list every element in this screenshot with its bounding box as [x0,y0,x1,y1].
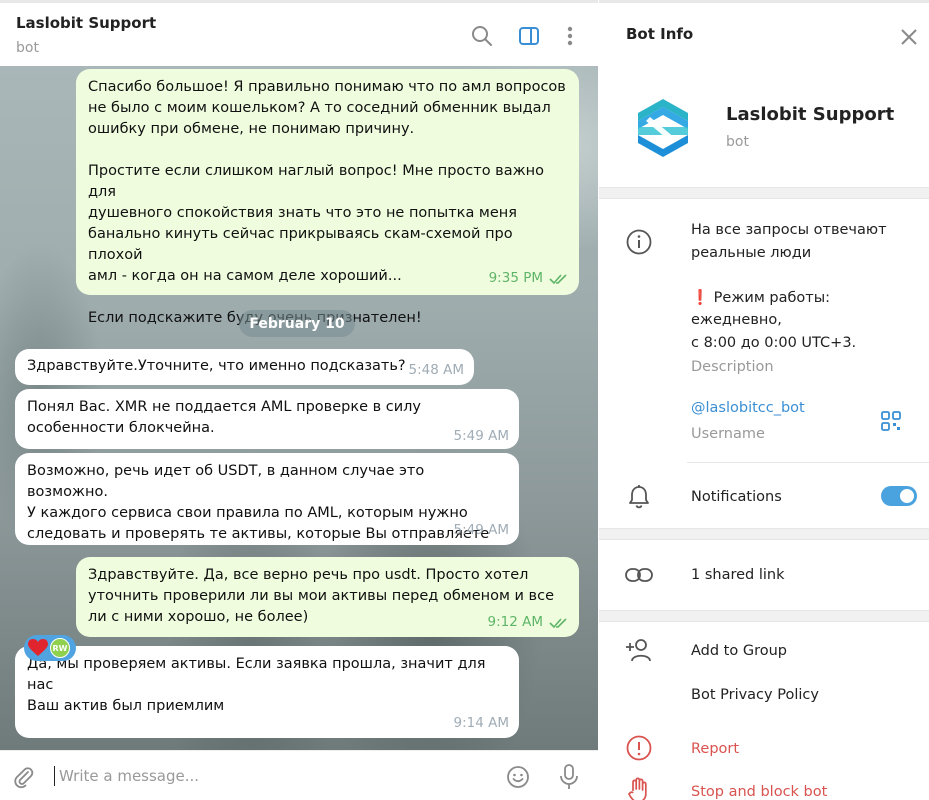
message-meta: 9:12 AM [488,612,570,633]
message-text: Понял Вас. XMR не поддается AML проверке… [27,399,422,436]
heart-icon [28,639,48,656]
chat-pane: Laslobit Support bot Спасибо большое! Я … [0,0,598,800]
message-text: Спасибо большое! Я правильно понимаю что… [88,79,566,326]
message-bubble[interactable]: Здравствуйте.Уточните, что именно подска… [15,349,474,385]
emoji-icon[interactable] [504,763,532,791]
more-options-icon[interactable] [557,23,583,49]
message-meta: 5:48 AM [409,360,465,381]
message-meta: 5:49 AM [454,520,510,541]
message-time: 9:14 AM [453,715,510,731]
username-label: Username [691,426,765,442]
message-time: 9:35 PM [488,270,543,286]
shared-link-item[interactable]: 1 shared link [691,564,785,587]
username-link[interactable]: @laslobitcc_bot [691,400,805,416]
message-meta: 9:14 AM [454,713,510,734]
row-divider [687,462,929,463]
message-time: 5:48 AM [408,362,465,378]
message-input[interactable] [54,766,474,786]
close-icon[interactable] [897,25,921,49]
bot-name: Laslobit Support [726,104,895,125]
chat-title[interactable]: Laslobit Support [16,14,156,32]
bot-status: bot [726,134,749,150]
reaction-chip[interactable]: RW [24,635,76,661]
sidebar-toggle-icon[interactable] [516,23,542,49]
panel-title: Bot Info [626,25,694,43]
bot-info-panel: Bot Info Laslobit Support bot На все зап… [599,0,929,800]
hand-stop-icon [625,776,653,800]
description-line [691,264,887,287]
description-line: ❗ Режим работы: [691,289,831,306]
microphone-icon[interactable] [555,763,583,791]
message-bubble[interactable]: Да, мы проверяем активы. Если заявка про… [15,646,519,738]
message-text: Возможно, речь идет об USDT, в данном сл… [27,463,490,542]
double-check-icon [549,273,567,284]
message-bubble[interactable]: Спасибо большое! Я правильно понимаю что… [76,69,579,326]
description-line: реальные люди [691,244,812,261]
notifications-toggle[interactable] [881,486,917,506]
description-label: Description [691,359,774,375]
report-icon [625,734,653,762]
qr-code-icon[interactable] [881,411,901,431]
message-bubble[interactable]: Здравствуйте. Да, все верно речь про usd… [76,557,579,637]
message-text: Здравствуйте.Уточните, что именно подска… [27,358,406,374]
toggle-knob [898,487,916,505]
section-divider [599,187,929,199]
message-time: 5:49 AM [453,522,510,538]
composer [0,750,598,800]
notifications-label: Notifications [691,489,782,505]
message-meta: 5:49 AM [454,426,510,447]
section-divider [599,610,929,622]
message-time: 9:12 AM [487,614,544,630]
search-icon[interactable] [469,23,495,49]
add-user-icon [625,636,653,664]
stop-block-bot-item[interactable]: Stop and block bot [691,781,827,800]
message-meta: 9:35 PM [489,268,569,289]
panel-header: Bot Info [599,0,929,66]
info-icon [625,228,653,256]
bot-description: На все запросы отвечают реальные люди ❗ … [691,219,887,354]
message-time: 5:49 AM [453,428,510,444]
description-line: с 8:00 до 0:00 UTC+3. [691,334,857,351]
message-text: Да, мы проверяем активы. Если заявка про… [27,656,486,714]
add-to-group-item[interactable]: Add to Group [691,640,787,663]
privacy-policy-item[interactable]: Bot Privacy Policy [691,684,819,707]
section-divider [599,528,929,540]
reaction-avatar: RW [50,638,70,658]
description-line: На все запросы отвечают [691,222,887,238]
report-item[interactable]: Report [691,738,739,761]
double-check-icon [549,617,567,628]
attach-icon[interactable] [10,763,38,791]
date-separator: February 10 [239,310,355,337]
message-bubble[interactable]: Понял Вас. XMR не поддается AML проверке… [15,389,519,449]
message-list[interactable]: Спасибо большое! Я правильно понимаю что… [0,66,598,750]
chat-status: bot [16,40,39,56]
description-line: ежедневно, [691,312,782,328]
link-icon [625,561,653,589]
message-bubble[interactable]: Возможно, речь идет об USDT, в данном сл… [15,453,519,545]
bot-avatar[interactable] [636,97,690,159]
chat-header[interactable]: Laslobit Support bot [0,0,598,66]
bell-icon [625,483,653,511]
